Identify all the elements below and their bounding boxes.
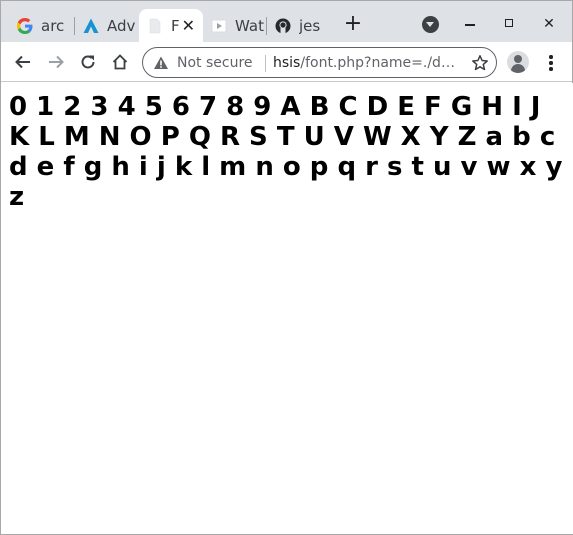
tab-search-icon[interactable] (422, 16, 439, 33)
tab-adv[interactable]: Adv (75, 9, 138, 42)
url-text[interactable]: hsis/font.php?name=./d… (273, 55, 463, 71)
maximize-icon (505, 19, 513, 27)
avatar-head (514, 55, 522, 63)
home-icon (112, 54, 128, 70)
address-divider (265, 55, 266, 72)
back-button[interactable] (10, 49, 36, 75)
tab-font-active[interactable]: F ✕ (139, 9, 203, 42)
arc-logo-icon (83, 18, 99, 34)
minimize-button[interactable] (459, 13, 481, 35)
address-bar[interactable]: Not secure hsis/font.php?name=./d… (142, 47, 497, 78)
maximize-button[interactable] (499, 13, 521, 35)
forward-arrow-icon (49, 55, 64, 69)
forward-button[interactable] (43, 49, 69, 75)
google-icon (17, 17, 33, 34)
url-path: /font.php?name=./d… (300, 55, 455, 71)
tab-github[interactable]: jes (267, 9, 329, 42)
reload-icon (81, 55, 95, 69)
bookmark-star-icon[interactable] (471, 54, 489, 72)
video-icon (211, 18, 227, 34)
tab-title: arc (41, 16, 65, 35)
toolbar: Not secure hsis/font.php?name=./d… (1, 42, 572, 82)
tab-title: F (171, 16, 180, 35)
minimize-icon (465, 24, 475, 26)
tab-title: Adv (107, 16, 136, 35)
tab-strip: arc Adv F ✕ Wat jes + ✕ (1, 1, 572, 42)
tab-google[interactable]: arc (9, 9, 75, 42)
tab-title: jes (299, 16, 321, 35)
menu-kebab-icon[interactable] (539, 53, 563, 73)
browser-window: arc Adv F ✕ Wat jes + ✕ Not secure hsis/… (0, 0, 573, 535)
security-status-label[interactable]: Not secure (177, 55, 253, 71)
avatar-body (511, 64, 525, 73)
tab-close-icon[interactable]: ✕ (182, 16, 195, 35)
blank-page-icon (147, 18, 163, 34)
font-glyph-sample: 0 1 2 3 4 5 6 7 8 9 A B C D E F G H I J … (9, 92, 563, 212)
home-button[interactable] (107, 49, 133, 75)
back-arrow-icon (15, 55, 30, 69)
tab-wat[interactable]: Wat (203, 9, 265, 42)
url-host: hsis (273, 55, 301, 71)
new-tab-button[interactable]: + (341, 13, 365, 37)
tab-title: Wat (235, 16, 264, 35)
github-icon (275, 18, 291, 34)
warning-triangle-icon[interactable] (153, 55, 169, 71)
profile-avatar-icon[interactable] (507, 51, 529, 73)
close-window-button[interactable]: ✕ (538, 13, 560, 35)
reload-button[interactable] (75, 49, 101, 75)
page-content: 0 1 2 3 4 5 6 7 8 9 A B C D E F G H I J … (2, 83, 573, 534)
